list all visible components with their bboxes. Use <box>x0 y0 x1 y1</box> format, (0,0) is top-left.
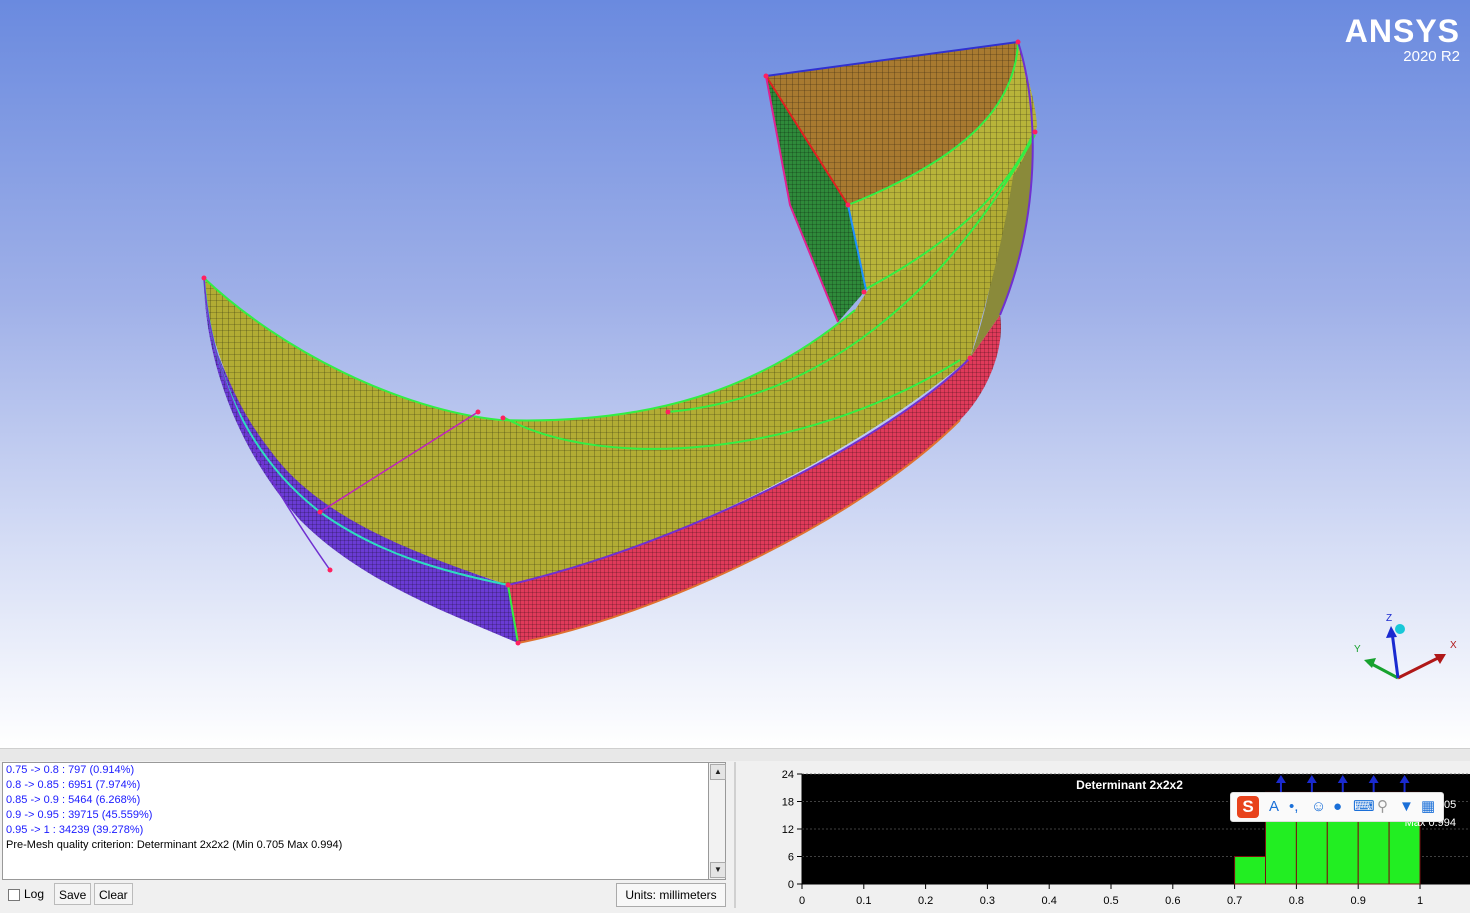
axis-triad[interactable]: X Y Z <box>1350 608 1460 688</box>
x-axis-arrow <box>1397 654 1443 680</box>
y-tick-label: 18 <box>782 797 794 809</box>
console-line: 0.9 -> 0.95 : 39715 (45.559%) <box>6 809 153 821</box>
logo-version: 2020 R2 <box>1403 48 1460 65</box>
z-axis-label: Z <box>1386 613 1392 624</box>
x-tick-label: 0 <box>799 895 805 907</box>
ime-toolbar[interactable]: S A •, ☺ ● ⌨ ⚲ ▼ ▦ <box>1230 792 1444 822</box>
emoji-icon[interactable]: ☺ <box>1311 797 1326 817</box>
console-scrollbar[interactable]: ▲ ▼ <box>708 762 726 880</box>
histogram-panel[interactable]: 0 6 12 18 24 0 0.1 0.2 0.3 0.4 0.5 0.6 0.7 0.8 0.9 1 Det… <box>770 764 1470 908</box>
save-button[interactable]: Save <box>54 883 92 905</box>
ime-logo-icon[interactable]: S <box>1237 796 1259 818</box>
mesh-model <box>201 39 1038 646</box>
x-tick-label: 0.5 <box>1103 895 1118 907</box>
x-tick-label: 0.4 <box>1042 895 1057 907</box>
triad-sphere <box>1395 624 1405 634</box>
logo-brand: ANSYS <box>1344 13 1460 49</box>
log-label: Log <box>24 887 45 901</box>
x-tick-label: 0.9 <box>1351 895 1366 907</box>
x-tick-label: 1 <box>1417 895 1423 907</box>
x-tick-label: 0.1 <box>856 895 871 907</box>
console-line: 0.8 -> 0.85 : 6951 (7.974%) <box>6 779 141 791</box>
x-axis-label: X <box>1450 640 1457 651</box>
font-icon[interactable]: A <box>1269 797 1279 817</box>
histogram-bar <box>1234 856 1267 885</box>
x-tick-label: 0.3 <box>980 895 995 907</box>
y-tick-label: 0 <box>788 879 794 891</box>
panel-divider[interactable] <box>734 762 736 908</box>
panel-separator[interactable] <box>0 748 1470 761</box>
grid-menu-icon[interactable]: ▦ <box>1421 797 1435 817</box>
y-tick-label: 24 <box>782 769 794 781</box>
x-tick-label: 0.7 <box>1227 895 1242 907</box>
histogram-chart: 0 6 12 18 24 0 0.1 0.2 0.3 0.4 0.5 0.6 0.7 0.8 0.9 1 Det… <box>782 769 1470 907</box>
chart-annotation: 05 <box>1444 799 1456 811</box>
clear-button[interactable]: Clear <box>94 883 133 905</box>
x-tick-label: 0.2 <box>918 895 933 907</box>
graphics-viewport[interactable]: ANSYS 2020 R2 X Y Z <box>0 0 1470 748</box>
microphone-icon[interactable]: ● <box>1333 797 1342 817</box>
z-axis-arrow <box>1390 631 1400 679</box>
punctuation-icon[interactable]: •, <box>1289 797 1298 817</box>
console-line: Pre-Mesh quality criterion: Determinant … <box>6 839 343 851</box>
units-button[interactable]: Units: millimeters <box>616 883 726 907</box>
chart-title: Determinant 2x2x2 <box>1076 778 1183 792</box>
y-axis-label: Y <box>1354 644 1361 655</box>
ansys-logo: ANSYS 2020 R2 <box>1345 14 1460 66</box>
y-tick-label: 6 <box>788 852 794 864</box>
message-console: 0.75 -> 0.8 : 797 (0.914%) 0.8 -> 0.85 :… <box>2 762 710 880</box>
x-tick-label: 0.8 <box>1289 895 1304 907</box>
console-line: 0.85 -> 0.9 : 5464 (6.268%) <box>6 794 141 806</box>
scroll-up-icon[interactable]: ▲ <box>710 764 726 780</box>
y-tick-label: 12 <box>782 824 794 836</box>
x-tick-label: 0.6 <box>1165 895 1180 907</box>
console-line: 0.95 -> 1 : 34239 (39.278%) <box>6 824 144 836</box>
skin-icon[interactable]: ▼ <box>1399 797 1414 817</box>
scroll-down-icon[interactable]: ▼ <box>710 862 726 878</box>
keyboard-icon[interactable]: ⌨ <box>1353 797 1375 817</box>
user-icon[interactable]: ⚲ <box>1377 797 1388 817</box>
log-checkbox[interactable] <box>8 889 20 901</box>
console-line: 0.75 -> 0.8 : 797 (0.914%) <box>6 764 135 776</box>
